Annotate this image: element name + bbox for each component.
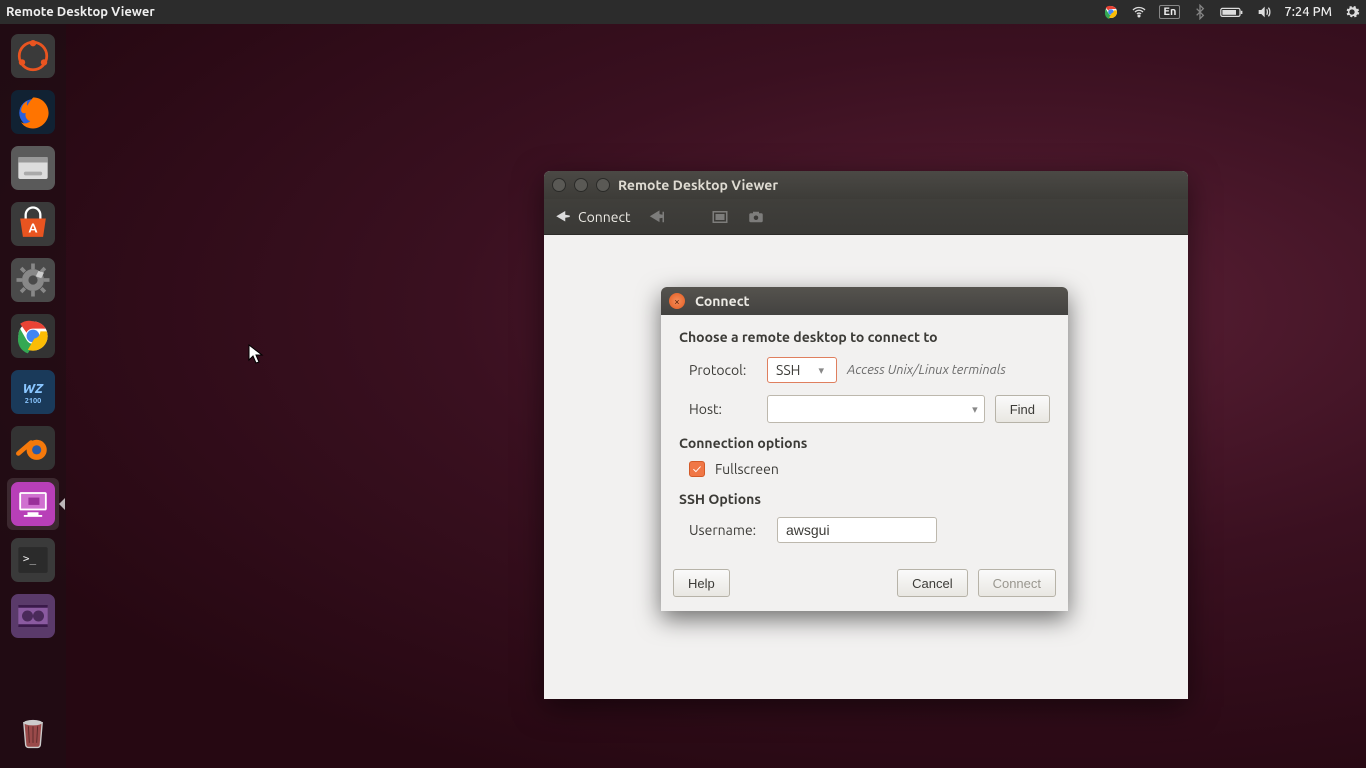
toolbar-connect-label: Connect — [578, 209, 631, 225]
launcher-blender[interactable] — [7, 422, 59, 474]
maximize-window-icon[interactable] — [596, 178, 610, 192]
battery-icon[interactable] — [1220, 4, 1244, 20]
bluetooth-icon[interactable] — [1192, 4, 1208, 20]
volume-icon[interactable] — [1256, 4, 1272, 20]
launcher-terminal[interactable]: >_ — [7, 534, 59, 586]
unity-launcher: A WZ2100 >_ — [0, 24, 66, 768]
protocol-label: Protocol: — [689, 362, 757, 378]
close-window-icon[interactable] — [552, 178, 566, 192]
connection-options-heading: Connection options — [679, 435, 1050, 451]
fullscreen-icon — [711, 208, 729, 226]
dialog-title: Connect — [695, 293, 750, 309]
help-button[interactable]: Help — [673, 569, 730, 597]
launcher-remote-desktop[interactable] — [7, 478, 59, 530]
launcher-firefox[interactable] — [7, 86, 59, 138]
protocol-select[interactable]: SSH — [767, 357, 837, 383]
username-label: Username: — [689, 522, 767, 538]
window-title: Remote Desktop Viewer — [618, 177, 778, 193]
disconnect-icon — [649, 208, 667, 226]
chrome-indicator-icon[interactable] — [1103, 4, 1119, 20]
screenshot-icon — [747, 208, 765, 226]
launcher-media-player[interactable] — [7, 590, 59, 642]
host-combo[interactable] — [767, 395, 985, 423]
cancel-button[interactable]: Cancel — [897, 569, 967, 597]
ssh-options-heading: SSH Options — [679, 491, 1050, 507]
launcher-settings[interactable] — [7, 254, 59, 306]
minimize-window-icon[interactable] — [574, 178, 588, 192]
protocol-value: SSH — [776, 362, 800, 378]
username-field[interactable] — [777, 517, 937, 543]
launcher-software-center[interactable]: A — [7, 198, 59, 250]
svg-text:>_: >_ — [23, 552, 37, 565]
protocol-hint: Access Unix/Linux terminals — [847, 363, 1006, 377]
toolbar-connect-button[interactable]: Connect — [554, 208, 631, 226]
launcher-chrome[interactable] — [7, 310, 59, 362]
fullscreen-label: Fullscreen — [715, 461, 779, 477]
window-titlebar[interactable]: Remote Desktop Viewer — [544, 171, 1188, 199]
dialog-titlebar[interactable]: × Connect — [661, 287, 1068, 315]
connect-dialog: × Connect Choose a remote desktop to con… — [661, 287, 1068, 611]
mouse-cursor-icon — [248, 344, 264, 366]
keyboard-lang-indicator[interactable]: En — [1159, 5, 1180, 19]
svg-text:A: A — [28, 221, 37, 235]
launcher-dash[interactable] — [7, 30, 59, 82]
plug-icon — [554, 208, 572, 226]
wifi-icon[interactable] — [1131, 4, 1147, 20]
gear-icon[interactable] — [1344, 4, 1360, 20]
launcher-warzone[interactable]: WZ2100 — [7, 366, 59, 418]
host-label: Host: — [689, 401, 757, 417]
find-button[interactable]: Find — [995, 395, 1050, 423]
launcher-trash[interactable] — [7, 704, 59, 756]
connect-button[interactable]: Connect — [978, 569, 1056, 597]
svg-text:2100: 2100 — [25, 397, 42, 405]
dialog-heading: Choose a remote desktop to connect to — [679, 329, 1050, 345]
clock[interactable]: 7:24 PM — [1284, 5, 1332, 19]
close-icon[interactable]: × — [669, 293, 685, 309]
svg-text:WZ: WZ — [23, 382, 44, 396]
active-app-title: Remote Desktop Viewer — [6, 5, 1103, 19]
window-toolbar: Connect — [544, 199, 1188, 235]
top-menu-bar: Remote Desktop Viewer En 7:24 PM — [0, 0, 1366, 24]
fullscreen-checkbox[interactable]: ✓ — [689, 461, 705, 477]
launcher-files[interactable] — [7, 142, 59, 194]
